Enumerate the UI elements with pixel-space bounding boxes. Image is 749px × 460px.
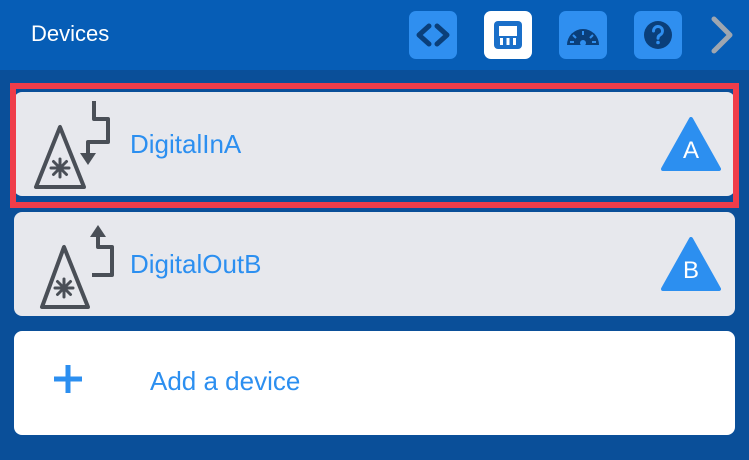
devices-button[interactable] xyxy=(484,11,532,59)
port-letter: B xyxy=(682,257,699,284)
header-bar: Devices xyxy=(0,0,749,70)
port-badge: A xyxy=(661,117,721,171)
device-card-digital-in-a[interactable]: DigitalInA A xyxy=(14,92,735,196)
chevron-right-icon[interactable] xyxy=(702,11,742,59)
add-device-button[interactable]: Add a device xyxy=(14,331,735,435)
code-view-button[interactable] xyxy=(409,11,457,59)
port-badge: B xyxy=(661,237,721,291)
port-icon xyxy=(494,21,522,49)
page-title: Devices xyxy=(31,21,110,46)
code-brackets-icon xyxy=(416,23,450,47)
dashboard-button[interactable] xyxy=(559,11,607,59)
help-icon xyxy=(644,21,672,49)
plus-icon xyxy=(54,365,82,393)
gauge-icon xyxy=(567,29,599,46)
device-name: DigitalInA xyxy=(130,129,242,159)
device-name: DigitalOutB xyxy=(130,249,262,279)
digital-output-icon xyxy=(40,225,114,309)
help-button[interactable] xyxy=(634,11,682,59)
add-device-label: Add a device xyxy=(150,366,301,396)
device-card-digital-out-b[interactable]: DigitalOutB B xyxy=(14,212,735,316)
digital-input-icon xyxy=(34,101,110,189)
port-letter: A xyxy=(682,137,699,164)
